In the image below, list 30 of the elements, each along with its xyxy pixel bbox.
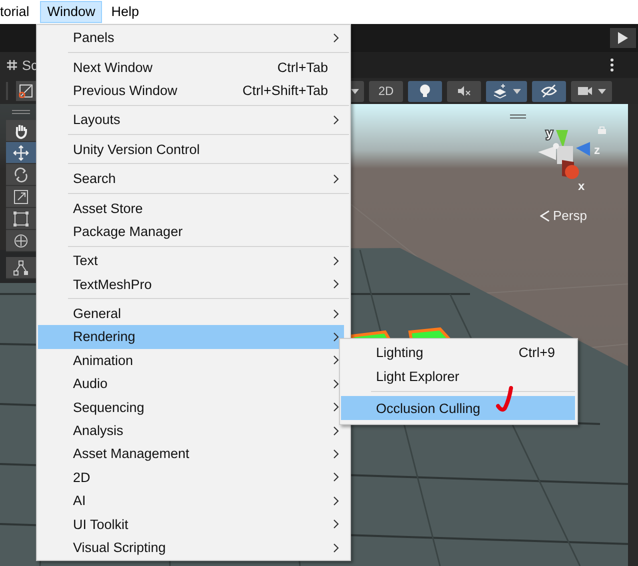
axis-label: x bbox=[578, 179, 585, 193]
menu-item[interactable]: Lighting Ctrl+9 bbox=[341, 340, 575, 364]
menu-bar-item[interactable]: torial bbox=[0, 1, 36, 23]
menu-item[interactable]: Panels bbox=[38, 26, 344, 50]
perspective-toggle[interactable]: Persp bbox=[540, 208, 587, 223]
menu-item[interactable]: General bbox=[38, 302, 344, 326]
menu-item[interactable]: TextMeshPro bbox=[38, 272, 344, 296]
menu-item[interactable]: Package Manager bbox=[38, 220, 344, 244]
menu-bar-item[interactable]: Help bbox=[104, 1, 146, 23]
menu-item[interactable]: UI Toolkit bbox=[38, 512, 344, 536]
axis-label: z bbox=[594, 143, 600, 157]
menu-item[interactable]: Asset Store bbox=[38, 196, 344, 220]
axis-label: y bbox=[546, 126, 553, 140]
menu-item[interactable]: Analysis bbox=[38, 418, 344, 442]
axis-gizmo-drawing[interactable]: y z x bbox=[532, 126, 612, 206]
menu-item[interactable]: Visual Scripting bbox=[38, 536, 344, 560]
menu-item[interactable]: Previous Window Ctrl+Shift+Tab bbox=[38, 78, 344, 102]
menu-item[interactable]: Search bbox=[38, 166, 344, 190]
menu-item[interactable]: Unity Version Control bbox=[38, 138, 344, 161]
menu-item[interactable]: Asset Management bbox=[38, 442, 344, 466]
menu-item[interactable]: Light Explorer bbox=[341, 364, 575, 388]
menu-item[interactable]: Rendering bbox=[38, 325, 344, 349]
menu-item[interactable]: Layouts bbox=[38, 108, 344, 132]
menu-item[interactable]: 2D bbox=[38, 466, 344, 490]
menu-item[interactable]: AI bbox=[38, 489, 344, 512]
mode-2d-button[interactable]: 2D bbox=[369, 80, 403, 102]
perspective-label: Persp bbox=[553, 208, 587, 223]
menu-bar-item[interactable]: Window bbox=[40, 1, 102, 23]
menu-item[interactable]: Text bbox=[38, 249, 344, 273]
menu-item[interactable]: Occlusion Culling bbox=[341, 396, 575, 420]
